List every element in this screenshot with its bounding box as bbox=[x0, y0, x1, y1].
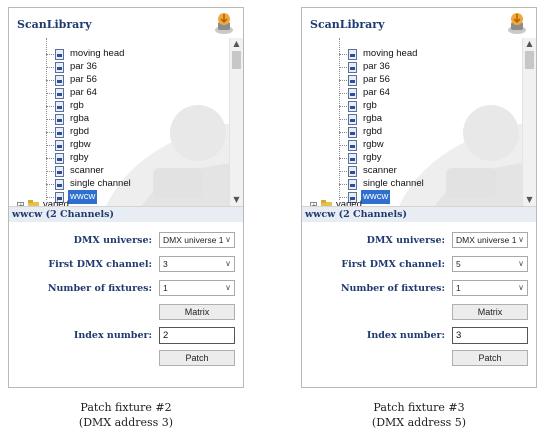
scrollbar-thumb[interactable] bbox=[525, 51, 534, 69]
number-of-fixtures-value: 1 bbox=[163, 283, 168, 293]
fixture-icon bbox=[348, 127, 357, 138]
index-number-label: Index number: bbox=[73, 330, 152, 341]
fixture-icon bbox=[55, 153, 64, 164]
first-dmx-channel-value: 5 bbox=[456, 259, 461, 269]
fixture-icon bbox=[348, 88, 357, 99]
first-dmx-channel-select[interactable]: 5 ∨ bbox=[452, 256, 528, 272]
matrix-button[interactable]: Matrix bbox=[452, 304, 528, 320]
fixture-icon bbox=[348, 166, 357, 177]
caption-right: Patch fixture #3 (DMX address 5) bbox=[301, 400, 537, 430]
scrollbar-thumb[interactable] bbox=[232, 51, 241, 69]
panel-title: ScanLibrary bbox=[17, 18, 92, 31]
panel-title: ScanLibrary bbox=[310, 18, 385, 31]
fixture-icon bbox=[348, 114, 357, 125]
patch-button[interactable]: Patch bbox=[452, 350, 528, 366]
chevron-down-icon: ∨ bbox=[518, 259, 524, 268]
dmx-universe-label: DMX universe: bbox=[366, 235, 445, 246]
first-dmx-channel-label: First DMX channel: bbox=[341, 259, 445, 270]
fixture-icon bbox=[348, 179, 357, 190]
fixture-icon bbox=[55, 101, 64, 112]
fixture-icon bbox=[55, 166, 64, 177]
fixture-icon bbox=[55, 75, 64, 86]
fixture-icon bbox=[348, 101, 357, 112]
first-dmx-channel-value: 3 bbox=[163, 259, 168, 269]
dmx-universe-label: DMX universe: bbox=[73, 235, 152, 246]
scanlibrary-panel-left: ScanLibrary moving head par 36 par 56 pa… bbox=[8, 7, 244, 388]
library-download-icon[interactable] bbox=[504, 10, 530, 36]
library-download-icon[interactable] bbox=[211, 10, 237, 36]
scroll-up-icon[interactable]: ▲ bbox=[230, 38, 243, 50]
chevron-down-icon: ∨ bbox=[225, 235, 231, 244]
scanlibrary-panel-right: ScanLibrary moving head par 36 par 56 pa… bbox=[301, 7, 537, 388]
fixture-icon bbox=[348, 140, 357, 151]
caption-left: Patch fixture #2 (DMX address 3) bbox=[8, 400, 244, 430]
scroll-up-icon[interactable]: ▲ bbox=[523, 38, 536, 50]
chevron-down-icon: ∨ bbox=[518, 235, 524, 244]
first-dmx-channel-label: First DMX channel: bbox=[48, 259, 152, 270]
number-of-fixtures-value: 1 bbox=[456, 283, 461, 293]
caption-line-2: (DMX address 3) bbox=[78, 416, 174, 429]
patch-button[interactable]: Patch bbox=[159, 350, 235, 366]
caption-line-1: Patch fixture #2 bbox=[80, 401, 172, 414]
fixture-icon bbox=[55, 114, 64, 125]
fixture-icon bbox=[348, 75, 357, 86]
chevron-down-icon: ∨ bbox=[225, 259, 231, 268]
fixture-icon bbox=[55, 49, 64, 60]
dmx-universe-value: DMX universe 1 bbox=[163, 235, 224, 245]
number-of-fixtures-label: Number of fixtures: bbox=[340, 283, 445, 294]
fixture-tree[interactable]: moving head par 36 par 56 par 64 rgb rgb… bbox=[9, 38, 243, 206]
fixture-tree[interactable]: moving head par 36 par 56 par 64 rgb rgb… bbox=[302, 38, 536, 206]
scroll-down-icon[interactable]: ▼ bbox=[230, 194, 243, 206]
fixture-icon bbox=[55, 140, 64, 151]
dmx-universe-select[interactable]: DMX universe 1 ∨ bbox=[159, 232, 235, 248]
tree-scrollbar[interactable]: ▲ ▼ bbox=[229, 38, 243, 206]
fixture-icon bbox=[55, 62, 64, 73]
first-dmx-channel-select[interactable]: 3 ∨ bbox=[159, 256, 235, 272]
fixture-icon bbox=[348, 153, 357, 164]
number-of-fixtures-select[interactable]: 1 ∨ bbox=[452, 280, 528, 296]
index-number-input[interactable]: 2 bbox=[159, 327, 235, 344]
number-of-fixtures-label: Number of fixtures: bbox=[47, 283, 152, 294]
fixture-icon bbox=[55, 179, 64, 190]
dmx-universe-value: DMX universe 1 bbox=[456, 235, 517, 245]
scroll-down-icon[interactable]: ▼ bbox=[523, 194, 536, 206]
number-of-fixtures-select[interactable]: 1 ∨ bbox=[159, 280, 235, 296]
dmx-universe-select[interactable]: DMX universe 1 ∨ bbox=[452, 232, 528, 248]
selected-fixture-header: wwcw (2 Channels) bbox=[302, 207, 536, 222]
index-number-input[interactable]: 3 bbox=[452, 327, 528, 344]
selected-fixture-header: wwcw (2 Channels) bbox=[9, 207, 243, 222]
caption-line-1: Patch fixture #3 bbox=[373, 401, 465, 414]
caption-line-2: (DMX address 5) bbox=[371, 416, 467, 429]
index-number-label: Index number: bbox=[366, 330, 445, 341]
chevron-down-icon: ∨ bbox=[225, 283, 231, 292]
chevron-down-icon: ∨ bbox=[518, 283, 524, 292]
fixture-icon bbox=[348, 62, 357, 73]
matrix-button[interactable]: Matrix bbox=[159, 304, 235, 320]
fixture-icon bbox=[55, 127, 64, 138]
tree-scrollbar[interactable]: ▲ ▼ bbox=[522, 38, 536, 206]
fixture-icon bbox=[348, 49, 357, 60]
fixture-icon bbox=[55, 88, 64, 99]
